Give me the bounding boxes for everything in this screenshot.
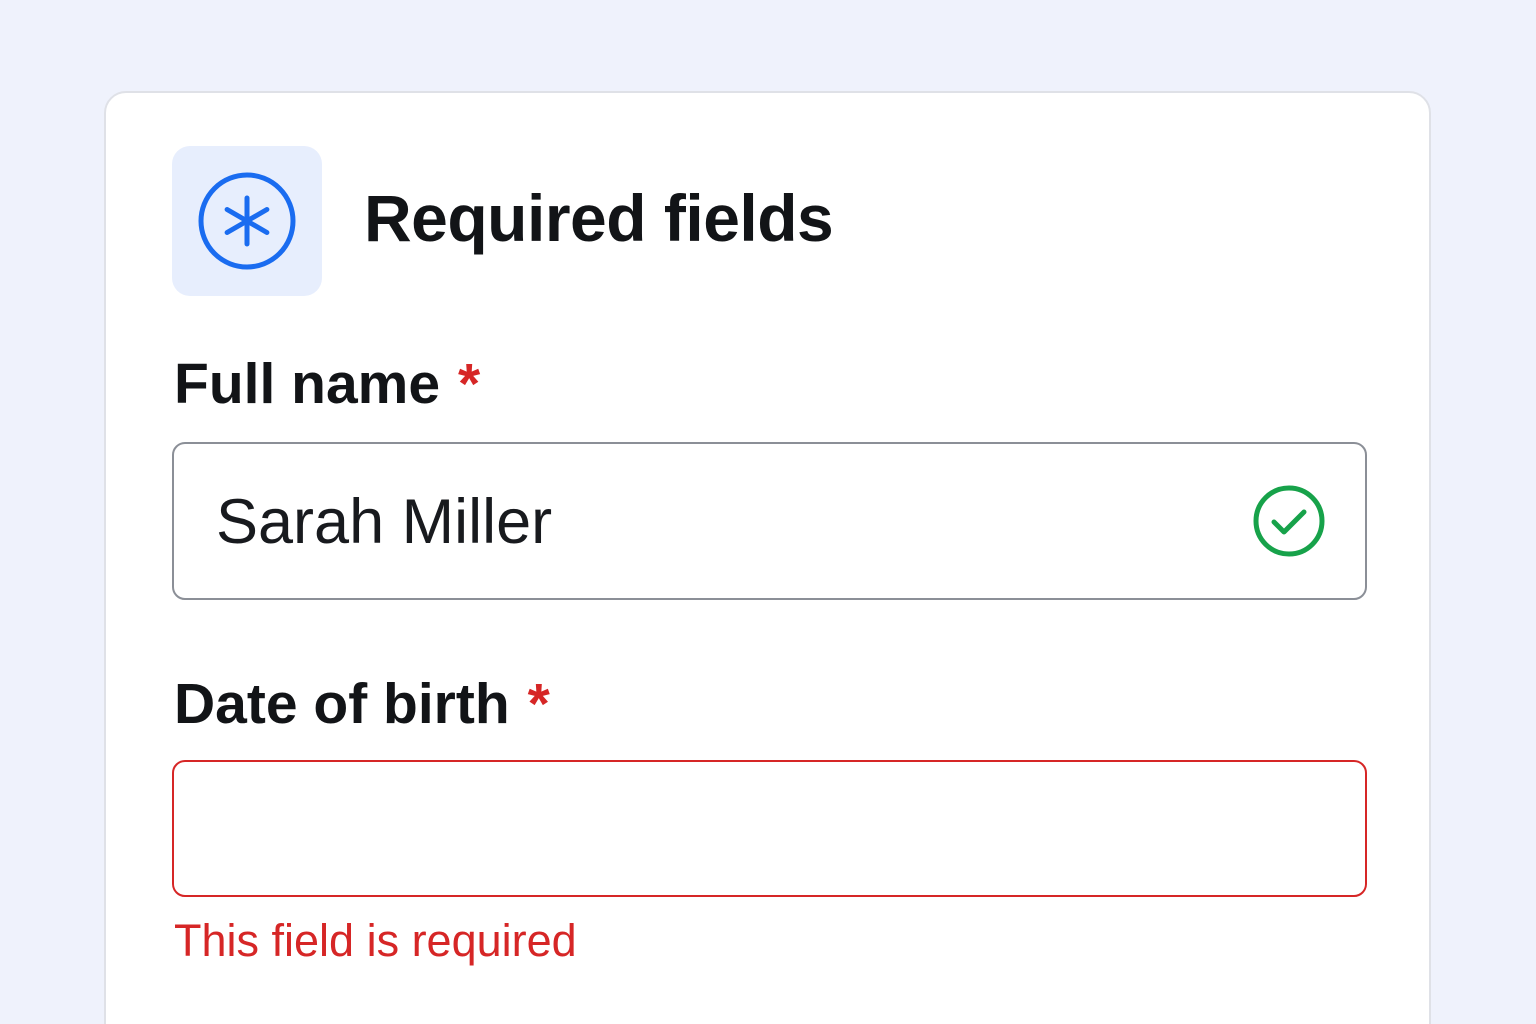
date-of-birth-field[interactable] (172, 760, 1367, 897)
required-fields-card: Required fields Full name * Sarah Miller… (104, 91, 1431, 1024)
asterisk-circle-icon (198, 172, 296, 270)
full-name-field[interactable]: Sarah Miller (172, 442, 1367, 600)
header-icon-container (172, 146, 322, 296)
full-name-value[interactable]: Sarah Miller (216, 486, 552, 558)
required-asterisk: * (458, 352, 481, 416)
full-name-label-text: Full name (174, 352, 441, 416)
check-circle-icon (1253, 485, 1325, 557)
full-name-label: Full name * (174, 351, 480, 417)
date-of-birth-label: Date of birth * (174, 671, 550, 737)
page-title: Required fields (364, 181, 834, 255)
required-asterisk: * (527, 672, 550, 736)
date-of-birth-label-text: Date of birth (174, 672, 510, 736)
date-of-birth-error-message: This field is required (174, 915, 577, 966)
